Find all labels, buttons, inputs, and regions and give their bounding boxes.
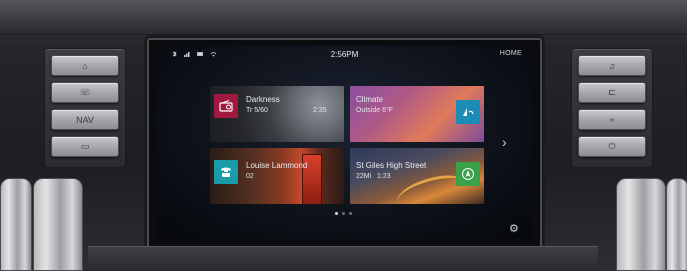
music-note-icon: ♫ xyxy=(608,60,616,71)
navigation-icon xyxy=(456,162,480,186)
tile-navigation[interactable]: St Giles High Street 22Mi 1:23 xyxy=(350,148,484,204)
left-button-panel: ⌂ ☏ NAV ▭ xyxy=(44,48,126,168)
page-dot[interactable] xyxy=(342,212,345,215)
phone-icon: ☏ xyxy=(79,87,91,97)
tile-climate-subtitle: Outside 6°F xyxy=(356,107,394,114)
tile-phone[interactable]: Louise Lammond 02 xyxy=(210,148,344,204)
infotainment-screen-frame: 2:56PM HOME Darkness Tr 5/60 2:35 Climat… xyxy=(147,38,542,248)
nav-button[interactable]: NAV xyxy=(51,109,119,130)
page-dot[interactable] xyxy=(349,212,352,215)
media-icon: ▭ xyxy=(80,141,90,151)
tile-media-title: Darkness xyxy=(246,95,280,104)
clock: 2:56PM xyxy=(330,50,359,59)
tile-climate[interactable]: Climate Outside 6°F xyxy=(350,86,484,142)
seat-button[interactable]: ⊏ xyxy=(578,82,646,103)
fan-icon: ≈ xyxy=(609,114,615,125)
air-vent xyxy=(33,178,83,271)
tile-navigation-eta: 1:23 xyxy=(377,173,391,180)
tile-media-subtitle: Tr 5/60 xyxy=(246,107,268,114)
power-icon: ⏻ xyxy=(608,141,616,151)
seat-icon: ⊏ xyxy=(608,87,616,97)
screen-title: HOME xyxy=(499,50,522,57)
nav-icon: NAV xyxy=(76,114,94,125)
tile-media[interactable]: Darkness Tr 5/60 2:35 xyxy=(210,86,344,142)
home-button[interactable]: ⌂ xyxy=(51,55,119,76)
home-icon: ⌂ xyxy=(82,60,88,71)
right-button-panel: ♫ ⊏ ≈ ⏻ xyxy=(571,48,653,168)
tile-media-time: 2:35 xyxy=(313,107,327,114)
tile-climate-title: Climate xyxy=(356,95,384,104)
air-vent xyxy=(616,178,666,271)
infotainment-screen: 2:56PM HOME Darkness Tr 5/60 2:35 Climat… xyxy=(157,46,532,239)
tile-phone-subtitle: 02 xyxy=(246,173,254,180)
dashboard-top-rim xyxy=(0,0,687,35)
next-page-icon[interactable]: › xyxy=(502,134,507,150)
tile-navigation-title: St Giles High Street xyxy=(356,161,427,170)
phone-button[interactable]: ☏ xyxy=(51,82,119,103)
page-indicator xyxy=(335,212,352,215)
lower-dash-trim xyxy=(88,246,598,270)
media-button[interactable]: ▭ xyxy=(51,136,119,157)
air-vent xyxy=(666,178,687,271)
tile-phone-title: Louise Lammond xyxy=(246,161,308,170)
settings-icon[interactable]: ⚙ xyxy=(509,222,519,235)
air-vent xyxy=(0,178,32,271)
page-dot[interactable] xyxy=(335,212,338,215)
phone-icon xyxy=(214,160,238,184)
power-button[interactable]: ⏻ xyxy=(578,136,646,157)
tile-navigation-distance: 22Mi xyxy=(356,173,372,180)
climate-icon xyxy=(456,100,480,124)
audio-button[interactable]: ♫ xyxy=(578,55,646,76)
climate-button[interactable]: ≈ xyxy=(578,109,646,130)
status-bar: 2:56PM HOME xyxy=(157,46,532,62)
dashboard: ⌂ ☏ NAV ▭ ♫ ⊏ ≈ ⏻ 2:56PM HOME Darkness T… xyxy=(0,0,687,271)
tile-navigation-subtitle: 22Mi 1:23 xyxy=(356,173,391,180)
media-radio-icon xyxy=(214,94,238,118)
